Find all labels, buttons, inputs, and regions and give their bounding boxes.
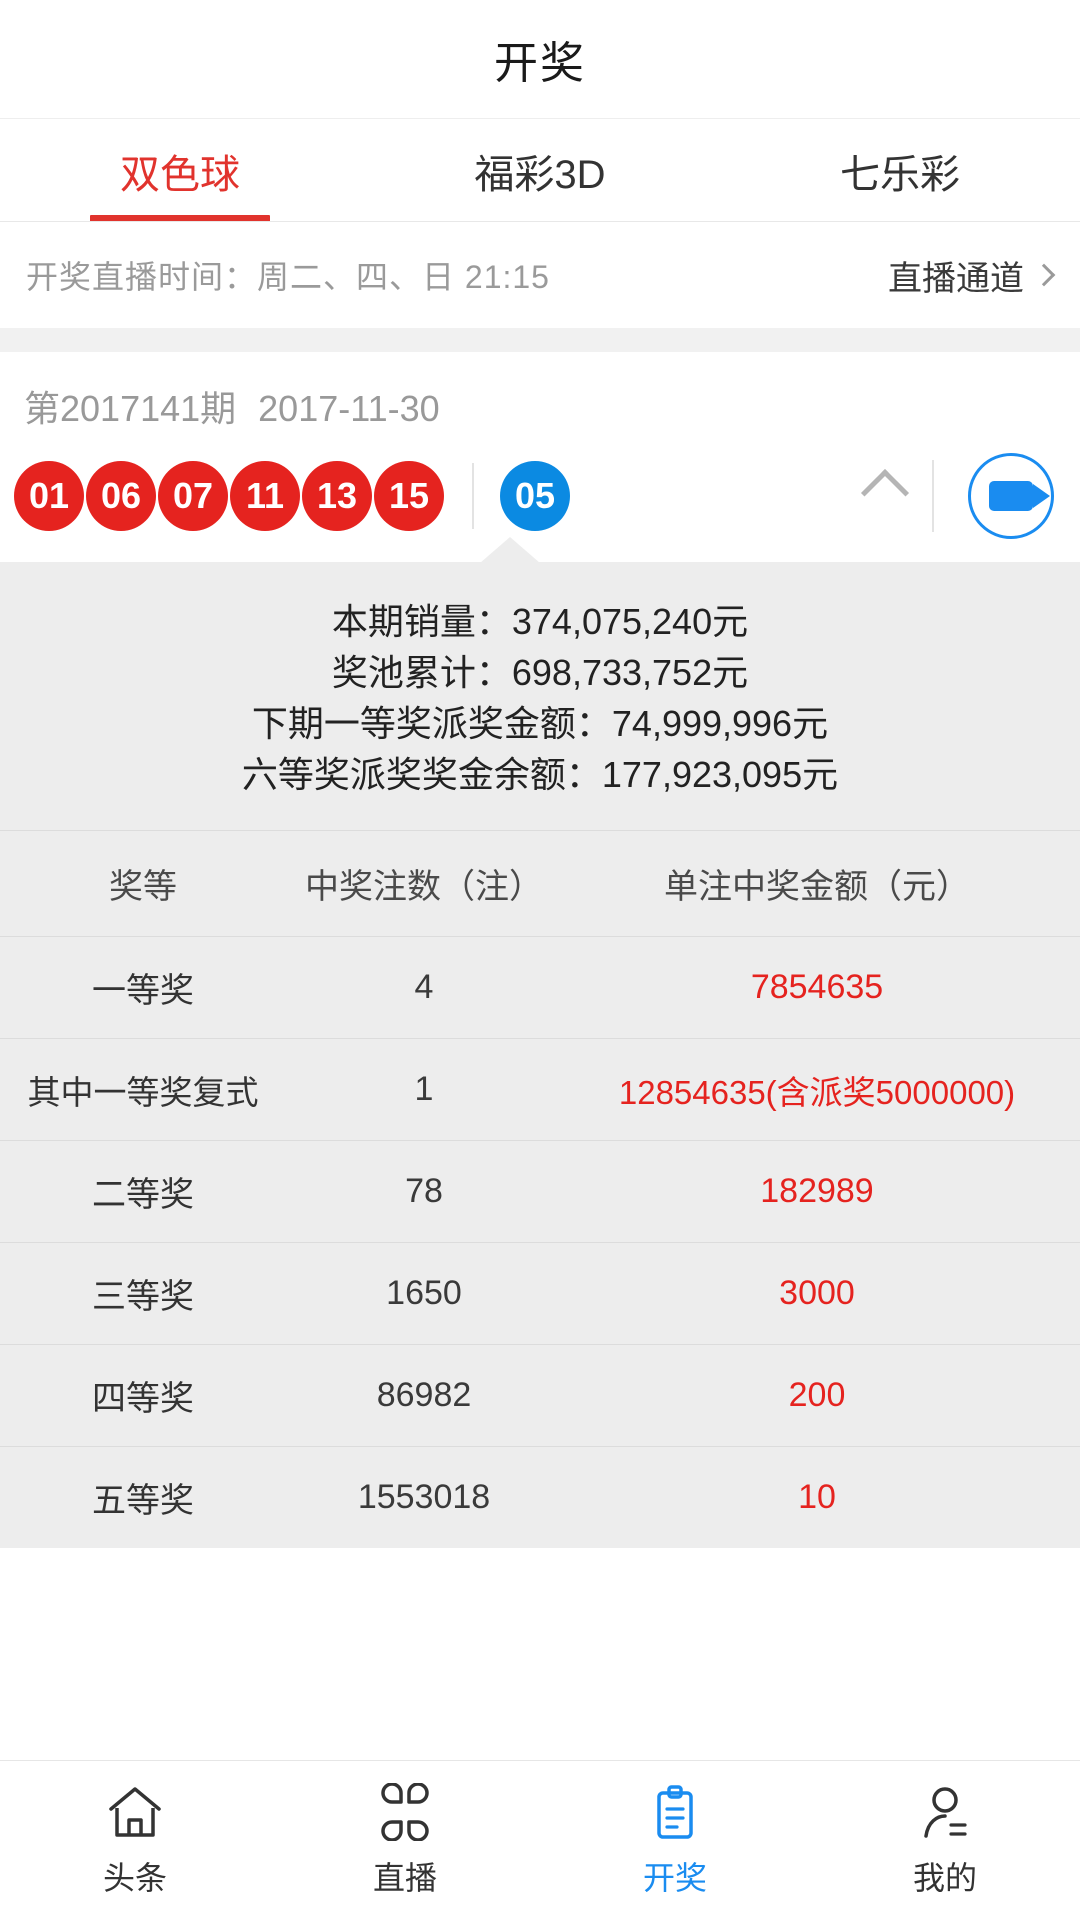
app-header: 开奖 bbox=[0, 0, 1080, 118]
panel-pointer bbox=[480, 537, 540, 563]
clipboard-icon bbox=[645, 1783, 705, 1841]
red-ball: 11 bbox=[230, 461, 300, 531]
prize-level: 一等奖 bbox=[92, 972, 194, 1011]
live-schedule-bar: 开奖直播时间：周二、四、日 21:15 直播通道 bbox=[0, 222, 1080, 328]
nav-item-zhibo[interactable]: 直播 bbox=[270, 1761, 540, 1920]
prize-level: 五等奖 bbox=[92, 1482, 194, 1521]
column-header-level: 奖等 bbox=[109, 868, 177, 907]
nav-label: 头条 bbox=[102, 1859, 167, 1896]
prize-amount: 7854635 bbox=[750, 968, 884, 1007]
draw-period: 第2017141期 bbox=[24, 388, 237, 429]
tab-label: 七乐彩 bbox=[840, 152, 960, 197]
winning-count: 78 bbox=[405, 1172, 443, 1211]
chevron-right-icon bbox=[1032, 263, 1056, 287]
prize-amount: 200 bbox=[788, 1376, 846, 1415]
control-divider bbox=[932, 460, 934, 532]
winning-count: 1553018 bbox=[357, 1478, 491, 1517]
prize-amount: 3000 bbox=[779, 1274, 855, 1313]
table-row: 其中一等奖复式 1 12854635(含派奖5000000) bbox=[0, 1038, 1080, 1140]
winning-count: 1 bbox=[414, 1070, 434, 1109]
live-schedule-text: 开奖直播时间：周二、四、日 21:15 bbox=[26, 259, 550, 295]
ball-group-divider bbox=[472, 463, 474, 529]
nav-item-toutiao[interactable]: 头条 bbox=[0, 1761, 270, 1920]
stats-sales: 本期销量：374,075,240元 bbox=[331, 601, 749, 642]
red-balls-group: 01 06 07 11 13 15 bbox=[14, 461, 446, 531]
home-icon bbox=[105, 1783, 165, 1841]
nav-label: 直播 bbox=[372, 1859, 437, 1896]
stats-sixth-prize-bonus-balance: 六等奖派奖奖金余额：177,923,095元 bbox=[241, 754, 839, 796]
prize-level: 二等奖 bbox=[92, 1176, 194, 1215]
prize-level: 四等奖 bbox=[92, 1380, 194, 1419]
red-ball: 06 bbox=[86, 461, 156, 531]
live-channel-link[interactable]: 直播通道 bbox=[888, 251, 1056, 300]
tab-qilecai[interactable]: 七乐彩 bbox=[720, 119, 1080, 222]
prize-level: 三等奖 bbox=[92, 1278, 194, 1317]
nav-item-wode[interactable]: 我的 bbox=[810, 1761, 1080, 1920]
tab-label: 双色球 bbox=[120, 152, 240, 197]
prize-table: 奖等 中奖注数（注） 单注中奖金额（元） 一等奖 4 7854635 其中一等奖… bbox=[0, 830, 1080, 1549]
nav-label: 我的 bbox=[912, 1859, 977, 1896]
tab-shuangseqiu[interactable]: 双色球 bbox=[0, 119, 360, 222]
column-header-count: 中奖注数（注） bbox=[305, 868, 543, 907]
draw-date: 2017-11-30 bbox=[258, 388, 440, 429]
table-row: 二等奖 78 182989 bbox=[0, 1140, 1080, 1242]
red-ball: 15 bbox=[374, 461, 444, 531]
prize-amount: 12854635(含派奖5000000) bbox=[618, 1073, 1016, 1111]
user-icon bbox=[915, 1783, 975, 1841]
tab-fucai3d[interactable]: 福彩3D bbox=[360, 119, 720, 222]
red-ball: 07 bbox=[158, 461, 228, 531]
blue-balls-group: 05 bbox=[500, 461, 572, 531]
draw-meta: 第2017141期 2017-11-30 bbox=[0, 380, 1080, 432]
stats-jackpot: 奖池累计：698,733,752元 bbox=[331, 652, 749, 694]
table-row: 一等奖 4 7854635 bbox=[0, 936, 1080, 1038]
bottom-navigation: 头条 直播 开奖 我的 bbox=[0, 1760, 1080, 1920]
video-playback-button[interactable] bbox=[968, 453, 1054, 539]
draw-stats-panel: 本期销量：374,075,240元 奖池累计：698,733,752元 下期一等… bbox=[0, 562, 1080, 831]
winning-count: 1650 bbox=[386, 1274, 462, 1313]
winning-count: 4 bbox=[414, 968, 434, 1007]
table-row: 三等奖 1650 3000 bbox=[0, 1242, 1080, 1344]
lottery-type-tabs: 双色球 福彩3D 七乐彩 bbox=[0, 118, 1080, 222]
prize-level: 其中一等奖复式 bbox=[27, 1073, 259, 1111]
prize-amount: 10 bbox=[798, 1478, 836, 1517]
draw-balls-row: 01 06 07 11 13 15 05 bbox=[0, 444, 1080, 548]
table-header-row: 奖等 中奖注数（注） 单注中奖金额（元） bbox=[0, 830, 1080, 936]
column-header-amount: 单注中奖金额（元） bbox=[664, 868, 970, 907]
red-ball: 13 bbox=[302, 461, 372, 531]
winning-count: 86982 bbox=[376, 1376, 472, 1415]
tabs-divider bbox=[0, 221, 1080, 222]
grid-flower-icon bbox=[375, 1782, 435, 1841]
blue-ball: 05 bbox=[500, 461, 570, 531]
live-channel-label: 直播通道 bbox=[888, 259, 1024, 298]
red-ball: 01 bbox=[14, 461, 84, 531]
table-row: 四等奖 86982 200 bbox=[0, 1344, 1080, 1446]
stats-next-first-prize-bonus: 下期一等奖派奖金额：74,999,996元 bbox=[251, 703, 829, 745]
page-title: 开奖 bbox=[494, 39, 586, 88]
draw-result-card: 第2017141期 2017-11-30 01 06 07 11 13 15 0… bbox=[0, 352, 1080, 563]
section-separator bbox=[0, 328, 1080, 352]
table-row: 五等奖 1553018 10 bbox=[0, 1446, 1080, 1548]
video-camera-icon bbox=[989, 481, 1050, 511]
prize-amount: 182989 bbox=[760, 1172, 874, 1211]
chevron-up-icon[interactable] bbox=[860, 468, 910, 518]
nav-label: 开奖 bbox=[642, 1859, 707, 1896]
tab-label: 福彩3D bbox=[474, 152, 606, 197]
nav-item-kaijiang[interactable]: 开奖 bbox=[540, 1761, 810, 1920]
